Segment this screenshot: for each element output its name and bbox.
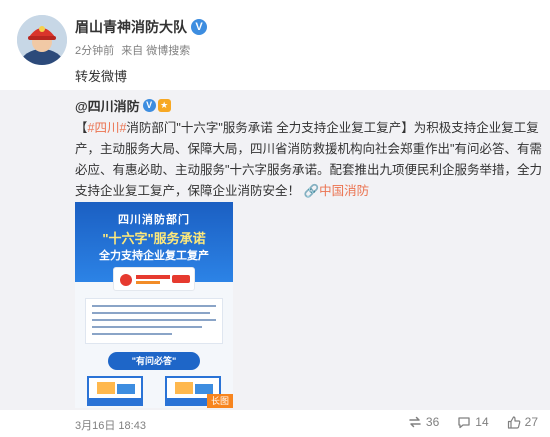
repost-date[interactable]: 3月16日 18:43	[75, 417, 146, 433]
thumbs-up-icon	[507, 415, 521, 429]
long-image-tag: 长图	[207, 394, 233, 408]
repost-author[interactable]: @四川消防	[75, 96, 140, 115]
verified-icon: V	[142, 99, 156, 112]
poster-line-1: 四川消防部门	[118, 214, 190, 226]
avatar[interactable]	[17, 15, 67, 65]
post-meta: 2分钟前 来自 微博搜索	[75, 42, 194, 58]
bracket-open: 【	[75, 121, 88, 135]
repost-text: 【#四川#消防部门"十六字"服务承诺 全力支持企业复工复产】为积极支持企业复工复…	[75, 118, 545, 202]
action-bar: 36 14 27	[390, 415, 550, 429]
poster-line-2: "十六字"服务承诺	[102, 231, 206, 246]
poster-text-block	[85, 298, 223, 344]
mention-link[interactable]: 中国消防	[319, 184, 369, 198]
fire-logo-icon	[113, 267, 195, 291]
poster-line-3: 全力支持企业复工复产	[99, 250, 209, 262]
weibo-card: 眉山青神消防大队 V 2分钟前 来自 微博搜索 转发微博 @四川消防 V ★ 【…	[0, 0, 550, 437]
post-time[interactable]: 2分钟前	[75, 45, 114, 57]
illustration-icon	[87, 376, 143, 406]
firefighter-avatar-icon	[17, 15, 67, 65]
post-source: 来自 微博搜索	[121, 45, 191, 57]
repost-icon	[409, 416, 421, 428]
author-name[interactable]: 眉山青神消防大队	[75, 17, 187, 37]
repost-box: @四川消防 V ★ 【#四川#消防部门"十六字"服务承诺 全力支持企业复工复产】…	[0, 90, 550, 410]
poster-pill: "有问必答"	[108, 352, 200, 370]
comment-count: 14	[475, 415, 489, 429]
hashtag-link[interactable]: #四川#	[88, 121, 127, 135]
like-count: 27	[524, 415, 538, 429]
poster-image[interactable]: 四川消防部门 "十六字"服务承诺 全力支持企业复工复产 "有问必答" 长图	[75, 202, 233, 408]
like-button[interactable]: 27	[507, 415, 538, 429]
comment-icon	[458, 416, 470, 428]
post-text: 转发微博	[75, 69, 128, 84]
medal-icon: ★	[157, 99, 171, 112]
verified-icon: V	[191, 19, 207, 35]
comment-button[interactable]: 14	[457, 415, 489, 429]
link-chain-icon: 🔗	[300, 184, 320, 198]
repost-button[interactable]: 36	[408, 415, 439, 429]
repost-count: 36	[425, 415, 440, 429]
